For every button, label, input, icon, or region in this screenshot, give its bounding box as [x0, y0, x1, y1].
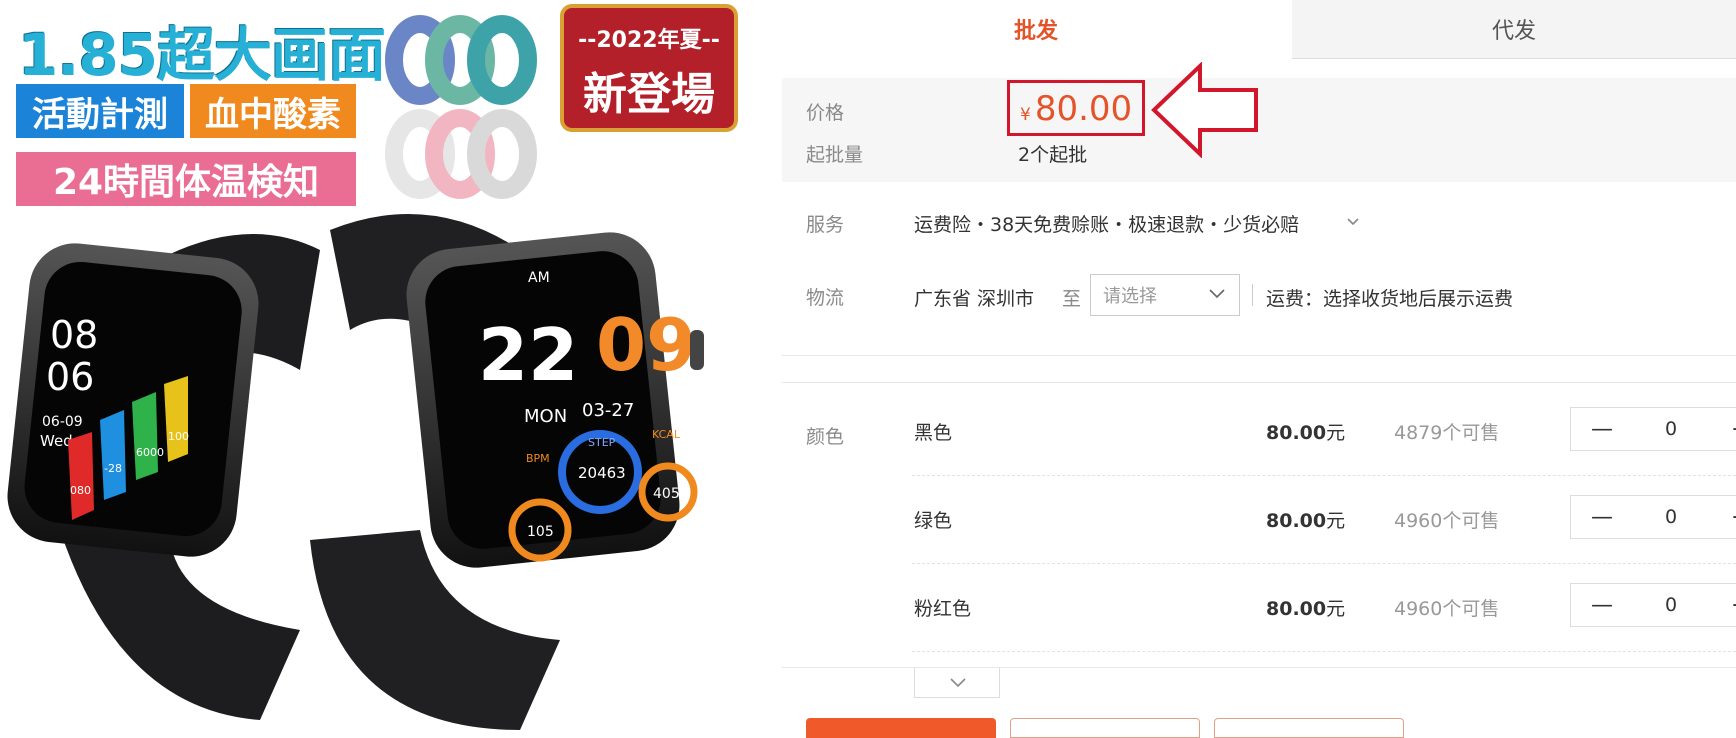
increment-button[interactable]: +	[1731, 593, 1736, 618]
left-watch-kcal: 6000	[136, 446, 164, 459]
shipping-fee-note: 运费：选择收货地后展示运费	[1266, 288, 1514, 310]
secondary-action-button[interactable]	[1214, 718, 1404, 738]
variant-stock: 4960个可售	[1394, 510, 1500, 532]
moq-label: 起批量	[806, 144, 864, 166]
tab-wholesale[interactable]: 批发	[782, 0, 1290, 58]
left-watch-minute: 06	[46, 355, 94, 399]
decrement-button[interactable]: —	[1591, 417, 1613, 442]
right-watch-bpm: 105	[527, 524, 554, 540]
chip-spo2: 血中酸素	[190, 84, 356, 138]
right-watch-step-label: STEP	[588, 436, 616, 449]
price-label: 价格	[806, 102, 845, 124]
secondary-action-button[interactable]	[1010, 718, 1200, 738]
left-watch-date: 06-09	[42, 414, 83, 430]
chip-temperature: 24時間体温検知	[16, 152, 356, 206]
service-expand-chevron-icon[interactable]	[1346, 214, 1360, 228]
logistics-to: 至	[1062, 288, 1082, 310]
expand-variants-button[interactable]	[914, 668, 1000, 698]
service-value: 运费险・38天免费赊账・极速退款・少货必赔	[914, 214, 1300, 236]
right-watch-kcal-label: KCAL	[652, 428, 681, 441]
right-watch-steps: 20463	[578, 464, 626, 482]
variant-name: 黑色	[914, 422, 953, 444]
logistics-label: 物流	[806, 287, 845, 309]
increment-button[interactable]: +	[1731, 505, 1736, 530]
destination-select[interactable]: 请选择	[1090, 274, 1240, 316]
right-watch-bpm-label: BPM	[526, 452, 550, 465]
chip-activity: 活動計測	[16, 84, 184, 138]
section-divider	[782, 382, 1736, 383]
logistics-origin: 广东省 深圳市	[914, 288, 1035, 310]
moq-value: 2个起批	[1018, 144, 1088, 166]
color-label: 颜色	[806, 426, 845, 448]
decrement-button[interactable]: —	[1591, 505, 1613, 530]
section-divider	[782, 355, 1736, 356]
quantity-stepper: — 0 +	[1570, 407, 1736, 451]
left-watch-pct: 100	[168, 430, 189, 443]
right-watch-ampm: AM	[528, 270, 550, 286]
new-release-badge: --2022年夏-- 新登場	[560, 4, 738, 132]
mode-tabs: 批发 代发	[782, 0, 1736, 59]
chevron-down-icon	[950, 678, 966, 688]
primary-action-button[interactable]	[806, 718, 996, 738]
left-watch-hour: 08	[50, 313, 98, 357]
left-watch-day: Wed	[40, 432, 73, 450]
smartwatch-illustration: 08 06 06-09 Wed 080 -28 6000 100 AM 22 0…	[7, 214, 704, 730]
variant-stock: 4960个可售	[1394, 598, 1500, 620]
right-watch-date: 03-27	[582, 400, 634, 421]
decrement-button[interactable]: —	[1591, 593, 1613, 618]
banner-title: 1.85超大画面	[18, 21, 386, 89]
quantity-value[interactable]: 0	[1665, 506, 1677, 528]
variant-price: 80.00元	[1266, 422, 1346, 444]
right-watch-hour: 22	[478, 313, 578, 397]
currency-symbol: ¥	[1020, 105, 1031, 125]
divider	[1252, 284, 1253, 306]
row-divider	[912, 475, 1736, 476]
right-watch-minute: 09	[596, 303, 696, 387]
quantity-value[interactable]: 0	[1665, 594, 1677, 616]
left-watch-bpm: 080	[70, 484, 91, 497]
service-label: 服务	[806, 214, 845, 236]
badge-year: --2022年夏--	[578, 28, 720, 53]
quantity-value[interactable]: 0	[1665, 418, 1677, 440]
product-image: 1.85超大画面 活動計測 血中酸素 24時間体温検知 --2022年夏-- 新…	[0, 0, 780, 730]
right-watch-kcal: 4058	[653, 486, 689, 502]
variant-price: 80.00元	[1266, 598, 1346, 620]
tab-dropship[interactable]: 代发	[1292, 0, 1736, 59]
price-highlight-box: ¥ 80.00	[1007, 80, 1145, 136]
chevron-down-icon	[1209, 289, 1225, 299]
left-watch-temp: -28	[104, 462, 122, 475]
price-value: 80.00	[1034, 89, 1133, 129]
row-divider	[912, 563, 1736, 564]
row-divider	[912, 651, 1736, 652]
variant-price: 80.00元	[1266, 510, 1346, 532]
badge-text: 新登場	[583, 69, 715, 120]
variant-stock: 4879个可售	[1394, 422, 1500, 444]
variant-name: 绿色	[914, 510, 953, 532]
strap-colors-graphic	[385, 15, 537, 199]
increment-button[interactable]: +	[1731, 417, 1736, 442]
pointing-arrow-icon	[1151, 62, 1258, 158]
right-watch-weekday: MON	[524, 406, 567, 427]
quantity-stepper: — 0 +	[1570, 495, 1736, 539]
destination-placeholder: 请选择	[1103, 286, 1157, 307]
quantity-stepper: — 0 +	[1570, 583, 1736, 627]
variant-name: 粉红色	[914, 598, 972, 620]
